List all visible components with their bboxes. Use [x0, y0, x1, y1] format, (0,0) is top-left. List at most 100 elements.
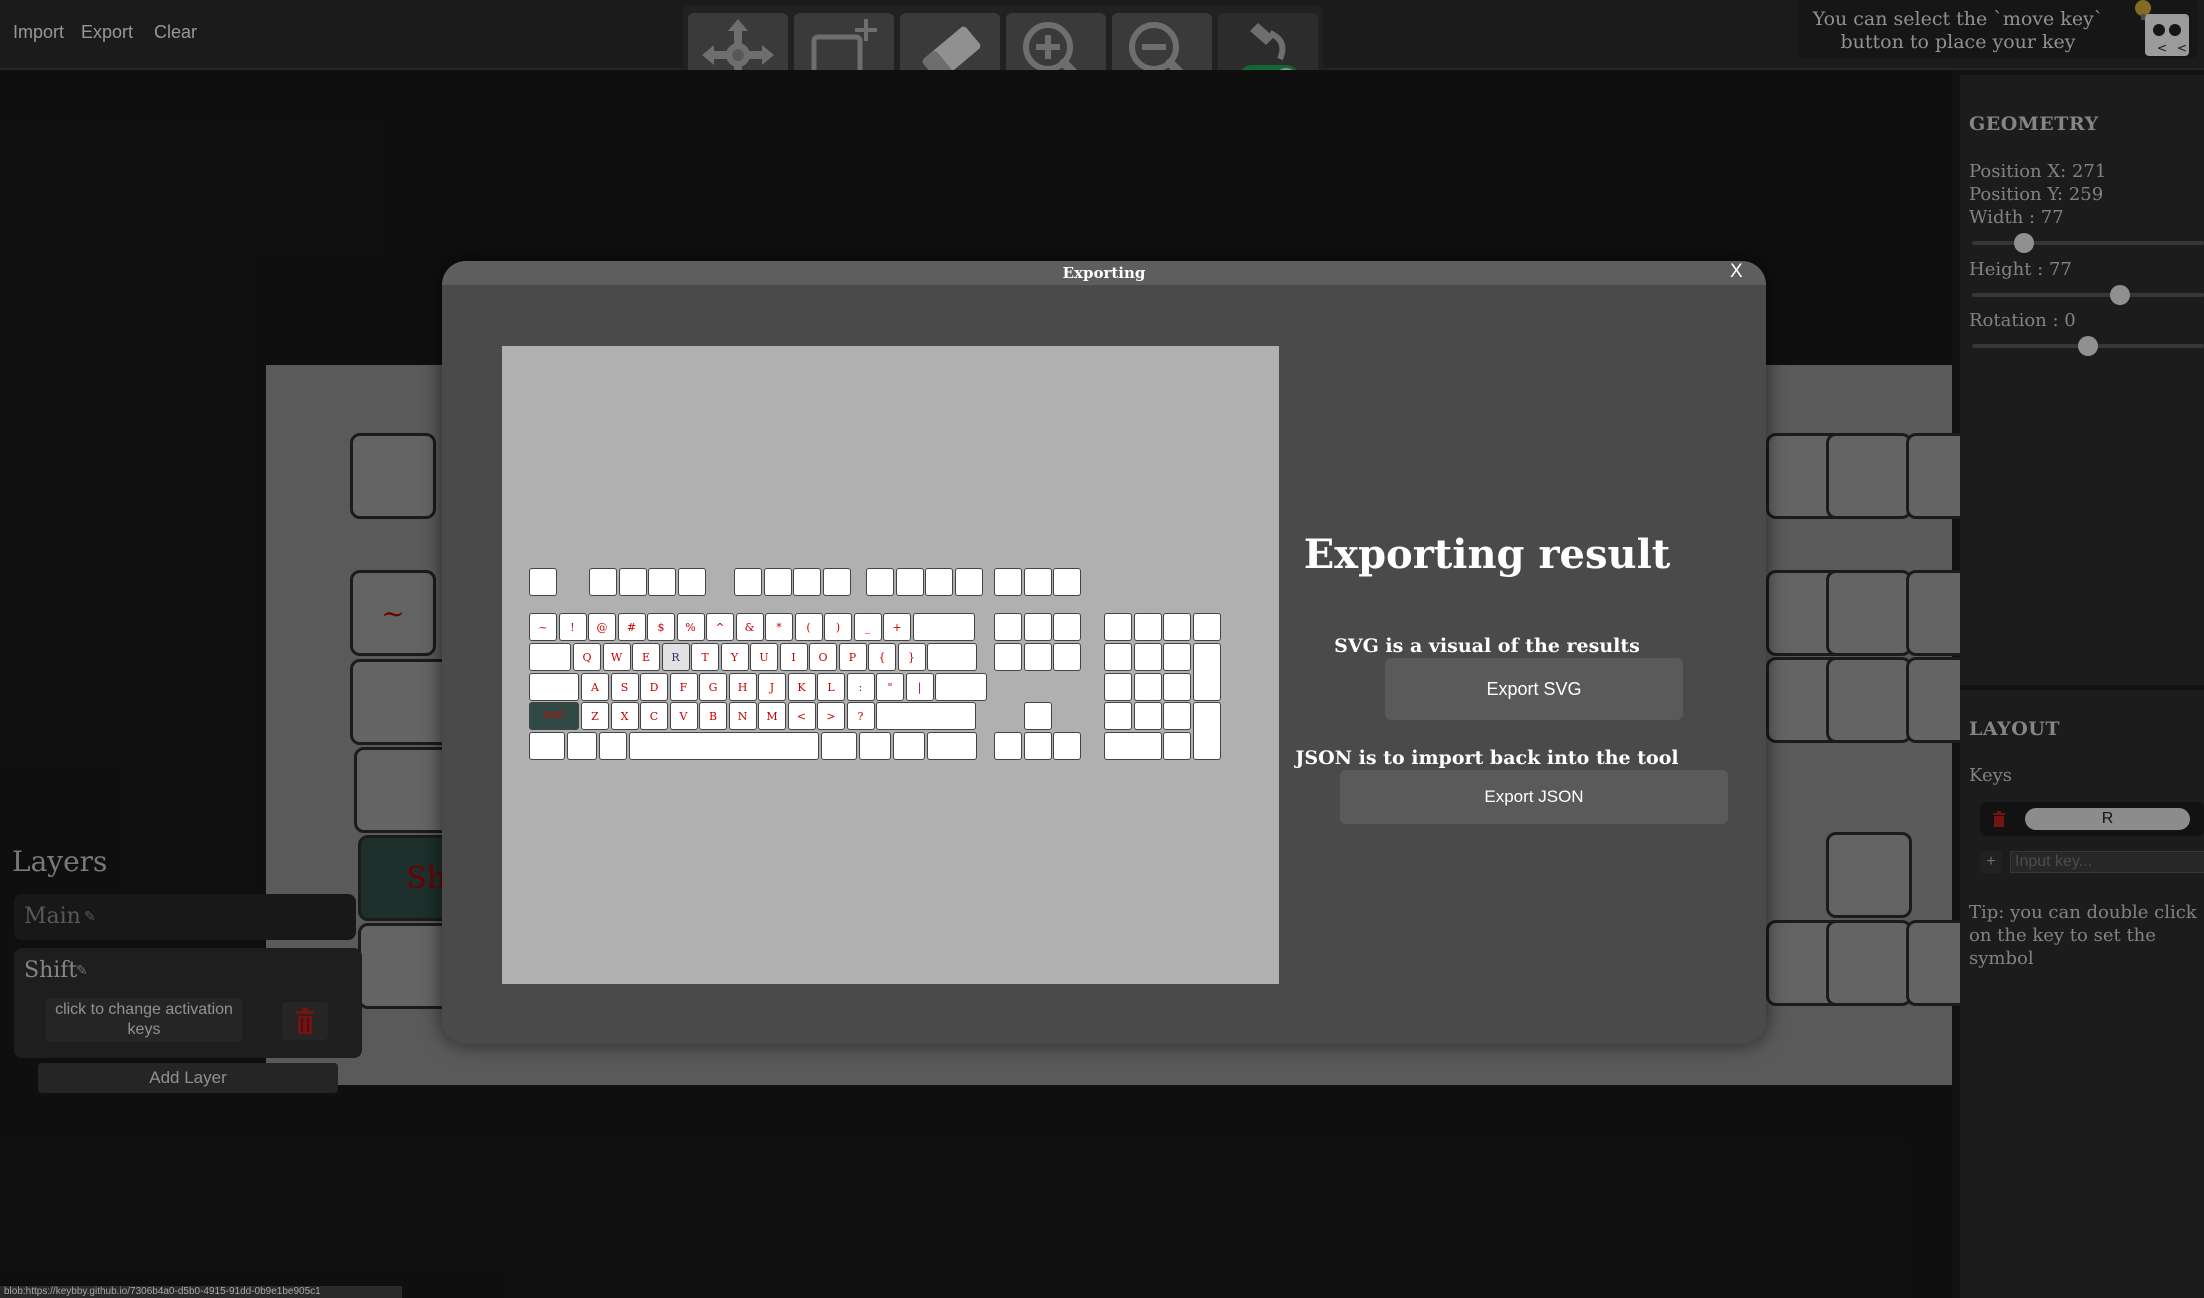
preview-key-symbol: ! [558, 613, 587, 641]
export-modal: Exporting X ~! @ # $% ^ & *() _ + Q W E R T Y U I O P{} A S D… [442, 261, 1766, 1044]
preview-key [935, 673, 987, 701]
export-json-button[interactable]: Export JSON [1340, 770, 1728, 824]
preview-key [599, 732, 627, 760]
preview-key-letter: < [787, 702, 816, 730]
preview-key [821, 732, 857, 760]
preview-key [925, 568, 953, 596]
preview-key [648, 568, 676, 596]
preview-key-letter: J [758, 673, 786, 701]
preview-key-letter: O [809, 643, 837, 671]
preview-key [529, 568, 557, 596]
json-description: JSON is to import back into the tool [1295, 747, 1679, 769]
preview-key-letter: L [817, 673, 845, 701]
preview-key [1192, 643, 1221, 701]
preview-key-symbol: ( [794, 613, 823, 641]
preview-key [1163, 702, 1191, 730]
preview-key [1163, 732, 1191, 760]
preview-key [1163, 673, 1191, 701]
preview-key-letter: C [640, 702, 668, 730]
preview-key [1053, 568, 1081, 596]
preview-key-letter: > [817, 702, 845, 730]
preview-key [1023, 702, 1052, 730]
preview-key [927, 643, 977, 671]
preview-key-letter: T [691, 643, 719, 671]
preview-key [893, 732, 925, 760]
svg-description: SVG is a visual of the results [1334, 635, 1640, 657]
preview-key [1133, 673, 1162, 701]
preview-key [1104, 732, 1162, 760]
preview-key-symbol: # [617, 613, 646, 641]
status-bar: blob:https://keybby.github.io/7306b4a0-d… [0, 1286, 402, 1298]
preview-key-letter: B [699, 702, 727, 730]
preview-key-symbol: & [735, 613, 764, 641]
preview-key [529, 732, 565, 760]
preview-key [1104, 673, 1132, 701]
preview-key [1104, 613, 1132, 641]
close-button[interactable]: X [1730, 261, 1743, 283]
preview-key-letter: H [728, 673, 757, 701]
preview-key-symbol: ~ [529, 613, 557, 641]
preview-key [734, 568, 762, 596]
preview-key-letter: A [581, 673, 609, 701]
preview-key [866, 568, 894, 596]
preview-key-symbol: * [765, 613, 793, 641]
preview-key-letter: W [602, 643, 631, 671]
preview-key [1133, 702, 1162, 730]
preview-key [859, 732, 891, 760]
preview-key-shift: Shift [529, 702, 579, 730]
preview-key [1104, 702, 1132, 730]
preview-key-letter: { [868, 643, 896, 671]
preview-key [994, 643, 1022, 671]
preview-key [1104, 643, 1132, 671]
preview-key-letter: Z [581, 702, 609, 730]
preview-key [1053, 613, 1081, 641]
preview-key-letter: I [779, 643, 808, 671]
preview-key-letter: F [669, 673, 698, 701]
preview-key [793, 568, 821, 596]
preview-key [1192, 702, 1221, 760]
preview-key-symbol: $ [647, 613, 675, 641]
preview-key [912, 613, 975, 641]
preview-key-letter: | [905, 673, 934, 701]
preview-key-letter: E [632, 643, 660, 671]
preview-key-letter: V [669, 702, 698, 730]
modal-title: Exporting [1062, 264, 1146, 282]
preview-key [1053, 732, 1081, 760]
svg-preview: ~! @ # $% ^ & *() _ + Q W E R T Y U I O P{} A S D F G H J K L: " | Shi… [502, 346, 1279, 984]
preview-key-letter: K [787, 673, 816, 701]
preview-key [1192, 613, 1221, 641]
preview-key-letter: Q [573, 643, 601, 671]
preview-key [1023, 568, 1052, 596]
preview-key-letter: M [758, 702, 786, 730]
preview-key [567, 732, 597, 760]
preview-key [1023, 732, 1052, 760]
preview-key [1023, 613, 1052, 641]
preview-key-letter: U [750, 643, 778, 671]
preview-key-letter: P [838, 643, 867, 671]
preview-key-letter: Y [720, 643, 749, 671]
preview-key [876, 702, 976, 730]
preview-key [629, 732, 819, 760]
preview-key [895, 568, 924, 596]
preview-key [677, 568, 706, 596]
preview-key-letter: ? [846, 702, 875, 730]
preview-key-symbol: % [676, 613, 705, 641]
preview-key [1133, 613, 1162, 641]
preview-key [618, 568, 647, 596]
preview-key [529, 643, 571, 671]
preview-key [994, 732, 1022, 760]
preview-key-letter: } [897, 643, 926, 671]
preview-key-letter: " [876, 673, 904, 701]
preview-key-letter: X [610, 702, 639, 730]
preview-key [529, 673, 579, 701]
preview-key [954, 568, 983, 596]
preview-key-letter: R [661, 643, 690, 671]
preview-key [927, 732, 977, 760]
result-title: Exporting result [1303, 531, 1671, 578]
preview-key-symbol: ) [824, 613, 852, 641]
preview-key [822, 568, 851, 596]
preview-key [994, 568, 1022, 596]
export-svg-button[interactable]: Export SVG [1385, 658, 1683, 720]
preview-key [1053, 643, 1081, 671]
preview-key [1133, 643, 1162, 671]
